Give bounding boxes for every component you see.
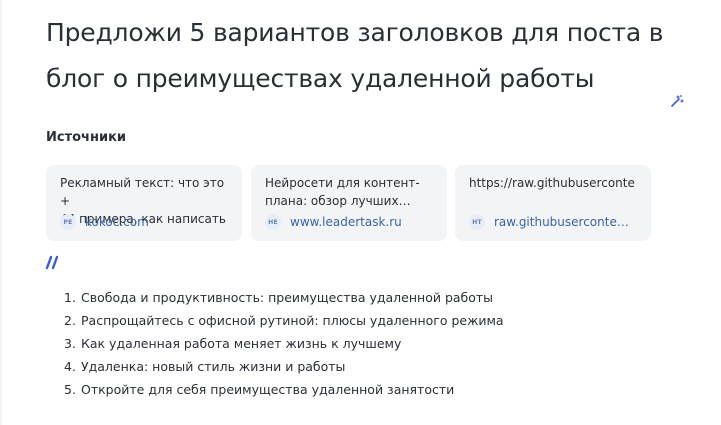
- ai-logo-icon: [45, 255, 59, 270]
- source-domain: raw.githubuserconte…: [494, 215, 629, 229]
- list-item: 1. Свобода и продуктивность: преимущества…: [64, 290, 494, 305]
- source-card-kokoc[interactable]: Рекламный текст: что это + 44 примера, к…: [46, 165, 242, 241]
- favicon-icon: HE: [265, 214, 281, 230]
- favicon-icon: PE: [60, 214, 76, 230]
- left-divider: [0, 0, 2, 425]
- list-item: 2. Распрощайтесь с офисной рутиной: плюсы…: [64, 313, 504, 328]
- list-item: 5. Откройте для себя преимущества удаленн…: [64, 382, 455, 397]
- source-card-github[interactable]: https://raw.githubuserconte HT raw.githu…: [455, 165, 651, 241]
- favicon-icon: HT: [469, 214, 485, 230]
- list-item: 4. Удаленка: новый стиль жизни и работы: [64, 359, 346, 374]
- question-line-1: Предложи 5 вариантов заголовков для пост…: [46, 18, 664, 47]
- source-title: Нейросети для контент- плана: обзор лучш…: [265, 176, 420, 208]
- source-card-leadertask[interactable]: Нейросети для контент- плана: обзор лучш…: [251, 165, 447, 241]
- source-title: https://raw.githubuserconte: [469, 176, 635, 190]
- source-domain: kokoc.com: [85, 215, 149, 229]
- magic-wand-edit-icon[interactable]: [669, 93, 685, 109]
- answer-list: 1. Свобода и продуктивность: преимущества…: [64, 286, 504, 401]
- source-domain: www.leadertask.ru: [290, 215, 402, 229]
- list-item: 3. Как удаленная работа меняет жизнь к лу…: [64, 336, 402, 351]
- user-question: Предложи 5 вариантов заголовков для пост…: [46, 10, 666, 102]
- sources-heading: Источники: [46, 130, 126, 145]
- question-line-2: блог о преимуществах удаленной работы: [46, 64, 595, 93]
